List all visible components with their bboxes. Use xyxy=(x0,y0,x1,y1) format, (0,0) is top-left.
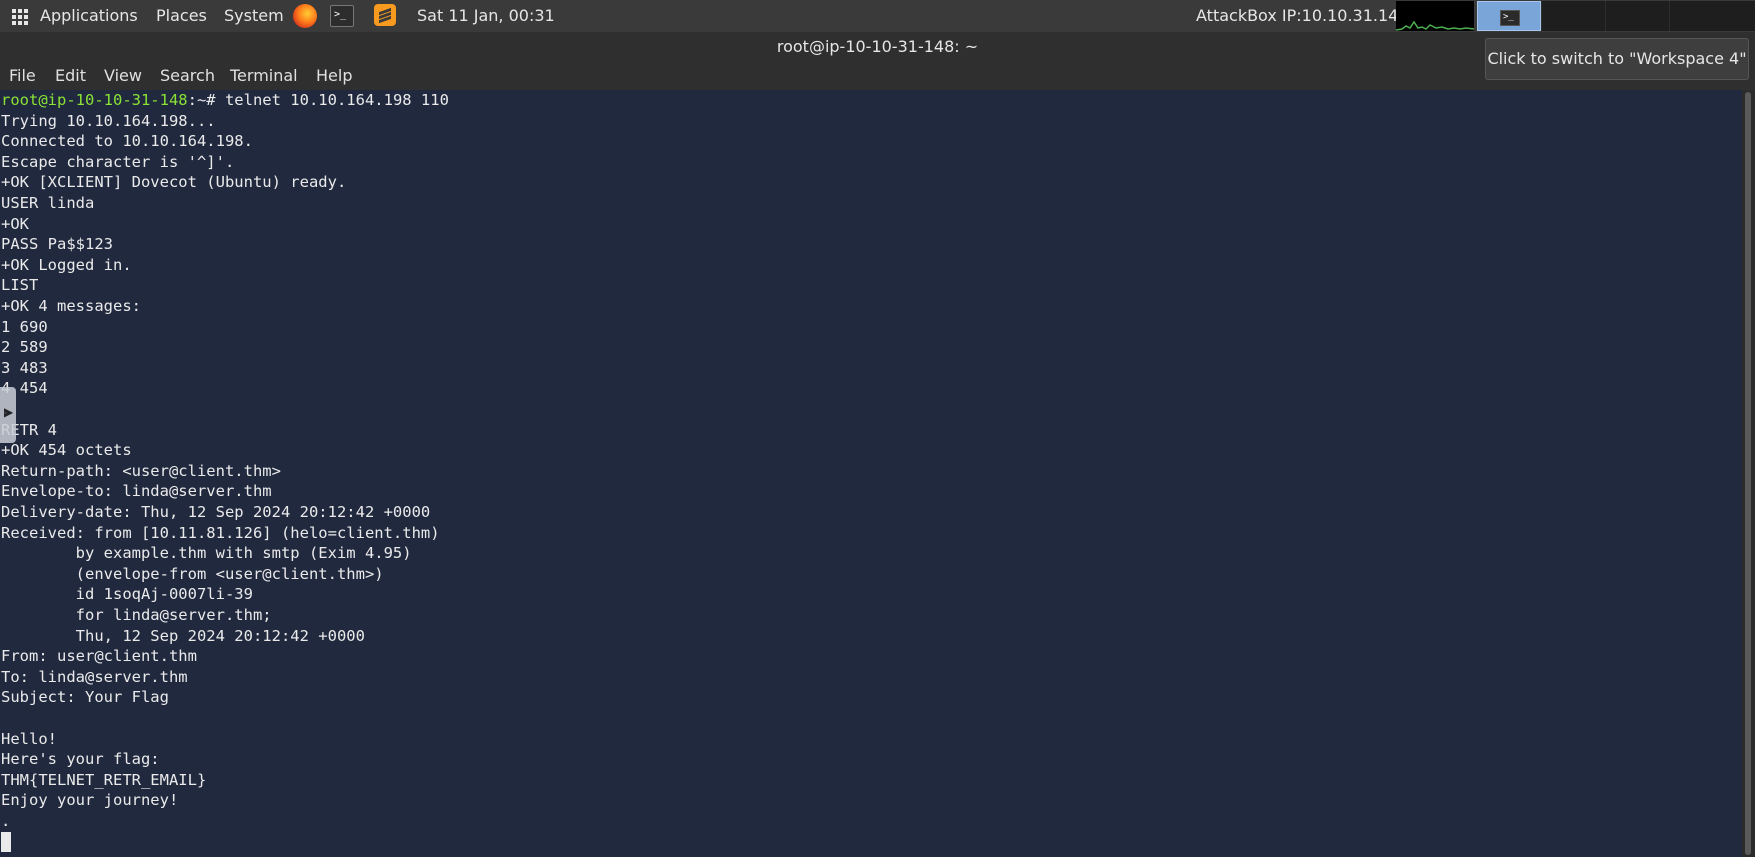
terminal-line: 1 690 xyxy=(1,317,48,336)
terminal-line: LIST xyxy=(1,276,39,295)
terminal-line: (envelope-from <user@client.thm>) xyxy=(1,564,384,583)
play-arrow-icon: ▶ xyxy=(4,405,14,419)
terminal-line: Escape character is '^]'. xyxy=(1,152,235,171)
terminal-launcher-icon[interactable]: >_ xyxy=(330,5,354,27)
apps-grid-icon[interactable] xyxy=(12,9,28,25)
terminal-output[interactable]: root@ip-10-10-31-148:~# telnet 10.10.164… xyxy=(0,90,1742,857)
sublime-text-icon[interactable] xyxy=(374,4,396,26)
terminal-line: 2 589 xyxy=(1,338,48,357)
terminal-line: +OK 454 octets xyxy=(1,441,132,460)
system-monitor-graph[interactable] xyxy=(1396,1,1474,31)
menu-edit[interactable]: Edit xyxy=(55,62,86,90)
terminal-line: Hello! xyxy=(1,729,57,748)
terminal-line: +OK Logged in. xyxy=(1,255,132,274)
top-panel: Applications Places System >_ Sat 11 Jan… xyxy=(0,0,1755,32)
terminal-line: +OK [XCLIENT] Dovecot (Ubuntu) ready. xyxy=(1,173,347,192)
terminal-line: +OK 4 messages: xyxy=(1,297,141,315)
terminal-line: id 1soqAj-0007li-39 xyxy=(1,585,253,604)
places-menu[interactable]: Places xyxy=(156,0,207,32)
terminal-line: +OK xyxy=(1,214,29,233)
terminal-scrollbar[interactable] xyxy=(1742,90,1755,857)
terminal-line: From: user@client.thm xyxy=(1,647,197,666)
terminal-line: Here's your flag: xyxy=(1,750,160,769)
text-cursor xyxy=(1,832,11,852)
system-menu[interactable]: System xyxy=(224,0,284,32)
terminal-command-line: root@ip-10-10-31-148:~# telnet 10.10.164… xyxy=(1,90,449,111)
terminal-line: 3 483 xyxy=(1,358,48,377)
terminal-line: Subject: Your Flag xyxy=(1,688,169,707)
terminal-line: Thu, 12 Sep 2024 20:12:42 +0000 xyxy=(1,626,365,645)
scrollbar-thumb[interactable] xyxy=(1745,92,1751,855)
workspace-3[interactable] xyxy=(1605,1,1669,31)
clock[interactable]: Sat 11 Jan, 00:31 xyxy=(417,0,555,32)
terminal-line: PASS Pa$$123 xyxy=(1,235,113,254)
terminal-line: Received: from [10.11.81.126] (helo=clie… xyxy=(1,523,440,542)
firefox-icon[interactable] xyxy=(293,4,317,28)
terminal-window-icon: >_ xyxy=(1500,10,1520,26)
terminal-line: by example.thm with smtp (Exim 4.95) xyxy=(1,544,412,563)
terminal-line: Connected to 10.10.164.198. xyxy=(1,132,253,151)
menu-file[interactable]: File xyxy=(9,62,36,90)
terminal-line: . xyxy=(1,812,11,830)
workspace-tooltip: Click to switch to "Workspace 4" xyxy=(1485,38,1749,80)
terminal-line: Return-path: <user@client.thm> xyxy=(1,461,281,480)
shell-prompt: root@ip-10-10-31-148 xyxy=(1,91,188,109)
attackbox-ip-label: AttackBox IP:10.10.31.148 xyxy=(1196,6,1409,25)
terminal-line: THM{TELNET_RETR_EMAIL} xyxy=(1,770,207,789)
workspace-1[interactable]: >_ xyxy=(1477,1,1541,31)
workspace-4[interactable] xyxy=(1669,1,1755,31)
menu-view[interactable]: View xyxy=(104,62,142,90)
terminal-line: Enjoy your journey! xyxy=(1,791,179,810)
menu-help[interactable]: Help xyxy=(316,62,352,90)
command-text: :~# telnet 10.10.164.198 110 xyxy=(187,91,449,109)
workspace-2[interactable] xyxy=(1541,1,1605,31)
terminal-line: USER linda xyxy=(1,194,95,212)
menu-terminal[interactable]: Terminal xyxy=(230,62,298,90)
terminal-line: Trying 10.10.164.198... xyxy=(1,111,216,130)
menu-search[interactable]: Search xyxy=(160,62,215,90)
terminal-line: To: linda@server.thm xyxy=(1,667,188,686)
terminal-line: Delivery-date: Thu, 12 Sep 2024 20:12:42… xyxy=(1,503,431,521)
side-panel-toggle[interactable]: ▶ xyxy=(0,387,16,443)
terminal-line: Envelope-to: linda@server.thm xyxy=(1,482,272,501)
terminal-line: for linda@server.thm; xyxy=(1,606,272,624)
applications-menu[interactable]: Applications xyxy=(40,0,138,32)
